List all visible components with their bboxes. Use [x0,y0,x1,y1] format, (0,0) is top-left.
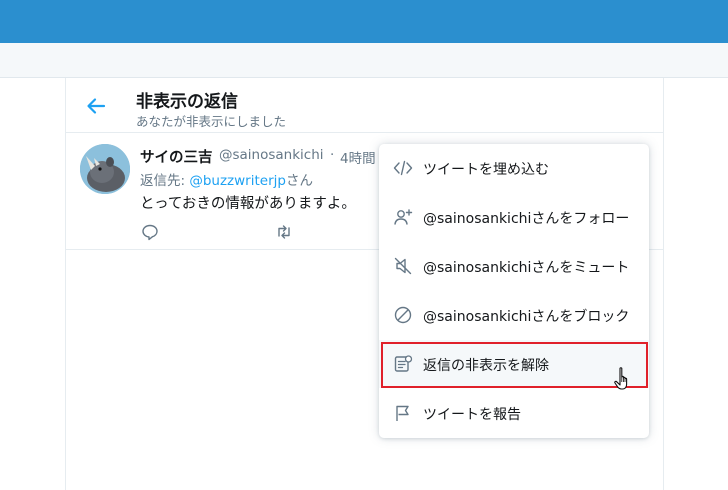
tweet-timestamp[interactable]: 4時間 [340,147,376,167]
avatar[interactable] [80,144,130,194]
reply-prefix: 返信先: [140,173,190,189]
menu-item-label: @sainosankichiさんをミュート [423,260,630,276]
menu-item-label: @sainosankichiさんをブロック [423,309,630,325]
menu-item-label: @sainosankichiさんをフォロー [423,211,630,227]
menu-item-embed-tweet[interactable]: ツイートを埋め込む [379,144,649,192]
hand-cursor-icon [614,367,628,390]
author-handle[interactable]: @sainosankichi [219,147,324,163]
menu-item-report-tweet[interactable]: ツイートを報告 [379,389,649,437]
back-arrow-icon [87,98,106,114]
author-name[interactable]: サイの三吉 [140,146,213,167]
app-top-bar [0,0,728,43]
back-button[interactable] [84,94,108,118]
menu-item-unhide-reply[interactable]: 返信の非表示を解除 [379,340,649,388]
unhide-reply-icon [394,355,413,372]
retweet-button[interactable] [274,222,294,242]
page-subtitle: あなたが非表示にしました [136,114,287,129]
page-header: 非表示の返信 あなたが非表示にしました [66,78,663,133]
follow-icon [394,209,413,225]
menu-item-block[interactable]: @sainosankichiさんをブロック [379,291,649,339]
menu-item-label: 返信の非表示を解除 [423,358,549,374]
menu-item-mute[interactable]: @sainosankichiさんをミュート [379,242,649,290]
retweet-icon [278,225,290,239]
page-title: 非表示の返信 [136,92,238,112]
menu-item-label: ツイートを報告 [423,407,521,423]
flag-icon [396,405,409,421]
mute-icon [394,257,412,275]
reply-context: 返信先: @buzzwriterjpさん [140,169,313,189]
reply-mention-link[interactable]: @buzzwriterjp [189,173,286,189]
menu-item-follow[interactable]: @sainosankichiさんをフォロー [379,193,649,241]
rhino-avatar-image [80,144,130,194]
meta-separator: · [330,147,335,163]
block-icon [394,306,412,324]
menu-item-label: ツイートを埋め込む [423,162,549,178]
tweet-text: とっておきの情報がありますよ。 [140,196,356,212]
code-icon [393,160,413,176]
reply-icon [142,224,158,241]
secondary-bar [0,47,728,78]
reply-suffix: さん [285,173,313,189]
tweet-options-menu: ツイートを埋め込む @sainosankichiさんをフォロー @sainosa… [379,144,649,438]
reply-button[interactable] [140,222,160,242]
